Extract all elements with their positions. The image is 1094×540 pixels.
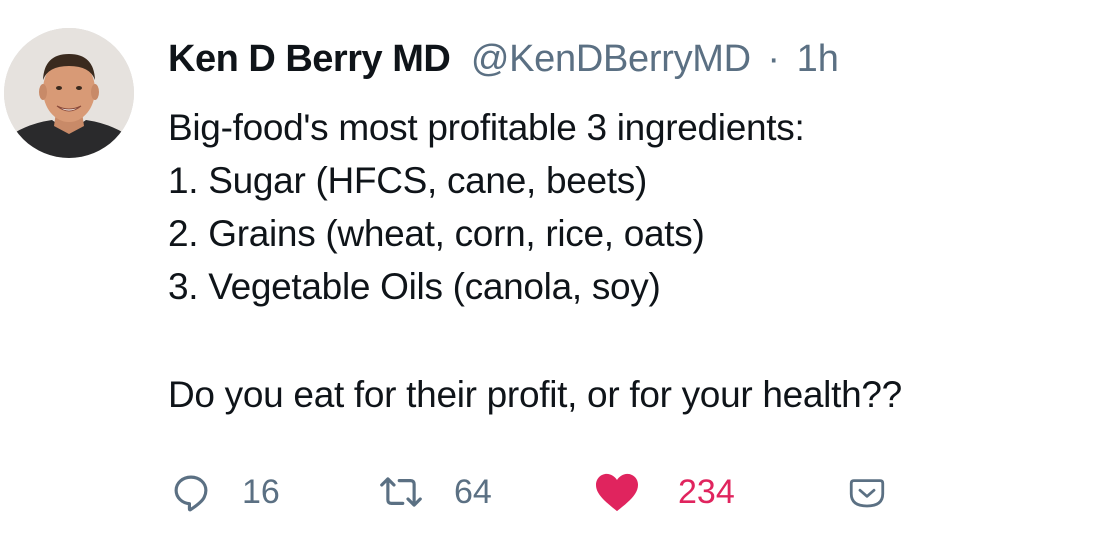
tweet: Ken D Berry MD @KenDBerryMD · 1h Big-foo…	[0, 0, 1094, 540]
share-button[interactable]	[846, 462, 888, 522]
tweet-line: 1. Sugar (HFCS, cane, beets)	[168, 160, 647, 201]
retweet-icon	[380, 477, 422, 507]
avatar[interactable]	[4, 28, 134, 158]
retweet-button[interactable]: 64	[378, 462, 492, 522]
timestamp[interactable]: 1h	[797, 38, 839, 80]
tweet-line: Big-food's most profitable 3 ingredients…	[168, 107, 805, 148]
tweet-closing-line: Do you eat for their profit, or for your…	[168, 374, 902, 415]
avatar-photo-icon	[4, 28, 134, 158]
like-count: 234	[678, 472, 735, 511]
reply-count: 16	[242, 472, 280, 511]
user-handle[interactable]: @KenDBerryMD	[471, 38, 751, 80]
reply-button[interactable]: 16	[170, 462, 280, 522]
tweet-text: Big-food's most profitable 3 ingredients…	[168, 101, 902, 421]
tweet-header: Ken D Berry MD @KenDBerryMD · 1h	[168, 36, 839, 82]
retweet-count: 64	[454, 472, 492, 511]
display-name[interactable]: Ken D Berry MD	[168, 38, 451, 80]
tweet-line: 3. Vegetable Oils (canola, soy)	[168, 266, 661, 307]
chevron-down-icon	[849, 479, 885, 508]
like-button[interactable]: 234	[594, 462, 735, 522]
action-bar: 16 64 234	[0, 462, 1094, 522]
heart-icon	[596, 473, 638, 512]
reply-icon	[174, 475, 208, 512]
tweet-line: 2. Grains (wheat, corn, rice, oats)	[168, 213, 705, 254]
separator: ·	[767, 38, 780, 80]
